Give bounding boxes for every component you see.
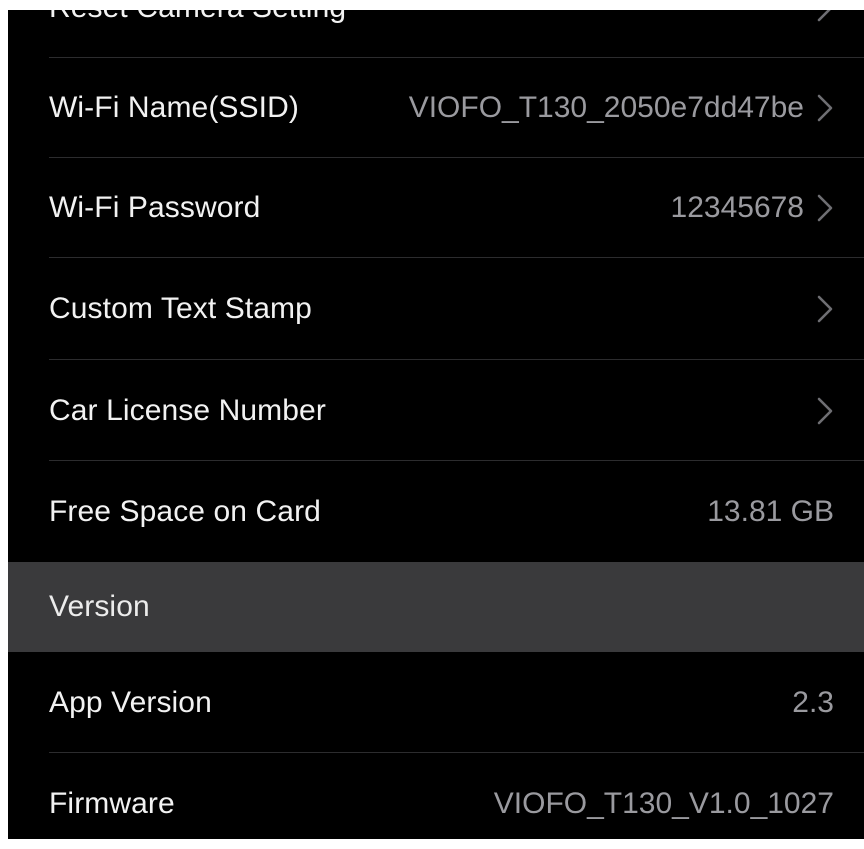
app-version-label: App Version [49, 685, 212, 719]
wifi-password-value: 12345678 [670, 191, 804, 224]
custom-text-stamp-label: Custom Text Stamp [49, 292, 312, 325]
chevron-right-icon [816, 10, 834, 23]
chevron-right-icon [816, 396, 834, 426]
app-version-value: 2.3 [792, 685, 834, 719]
wifi-name-label: Wi-Fi Name(SSID) [49, 91, 299, 124]
chevron-right-icon [816, 93, 834, 123]
wifi-password-row[interactable]: Wi-Fi Password 12345678 [8, 158, 864, 258]
free-space-row: Free Space on Card 13.81 GB [8, 461, 864, 562]
wifi-name-row[interactable]: Wi-Fi Name(SSID) VIOFO_T130_2050e7dd47be [8, 58, 864, 158]
chevron-right-icon [816, 193, 834, 223]
chevron-right-icon [816, 294, 834, 324]
section-header-label: Version [49, 590, 150, 623]
car-license-number-label: Car License Number [49, 393, 326, 427]
free-space-label: Free Space on Card [49, 494, 321, 528]
firmware-row: Firmware VIOFO_T130_V1.0_1027 [8, 753, 864, 839]
wifi-name-value: VIOFO_T130_2050e7dd47be [408, 91, 804, 124]
custom-text-stamp-row[interactable]: Custom Text Stamp [8, 258, 864, 360]
reset-camera-setting-row[interactable]: Reset Camera Setting [8, 10, 864, 58]
app-version-row: App Version 2.3 [8, 652, 864, 753]
settings-screen: Reset Camera Setting Wi-Fi Name(SSID) VI… [8, 10, 864, 839]
version-section-header: Version [8, 562, 864, 652]
firmware-value: VIOFO_T130_V1.0_1027 [493, 786, 834, 820]
free-space-value: 13.81 GB [707, 494, 834, 528]
wifi-password-label: Wi-Fi Password [49, 191, 261, 224]
car-license-number-row[interactable]: Car License Number [8, 360, 864, 461]
reset-camera-setting-label: Reset Camera Setting [49, 10, 346, 25]
firmware-label: Firmware [49, 786, 175, 820]
